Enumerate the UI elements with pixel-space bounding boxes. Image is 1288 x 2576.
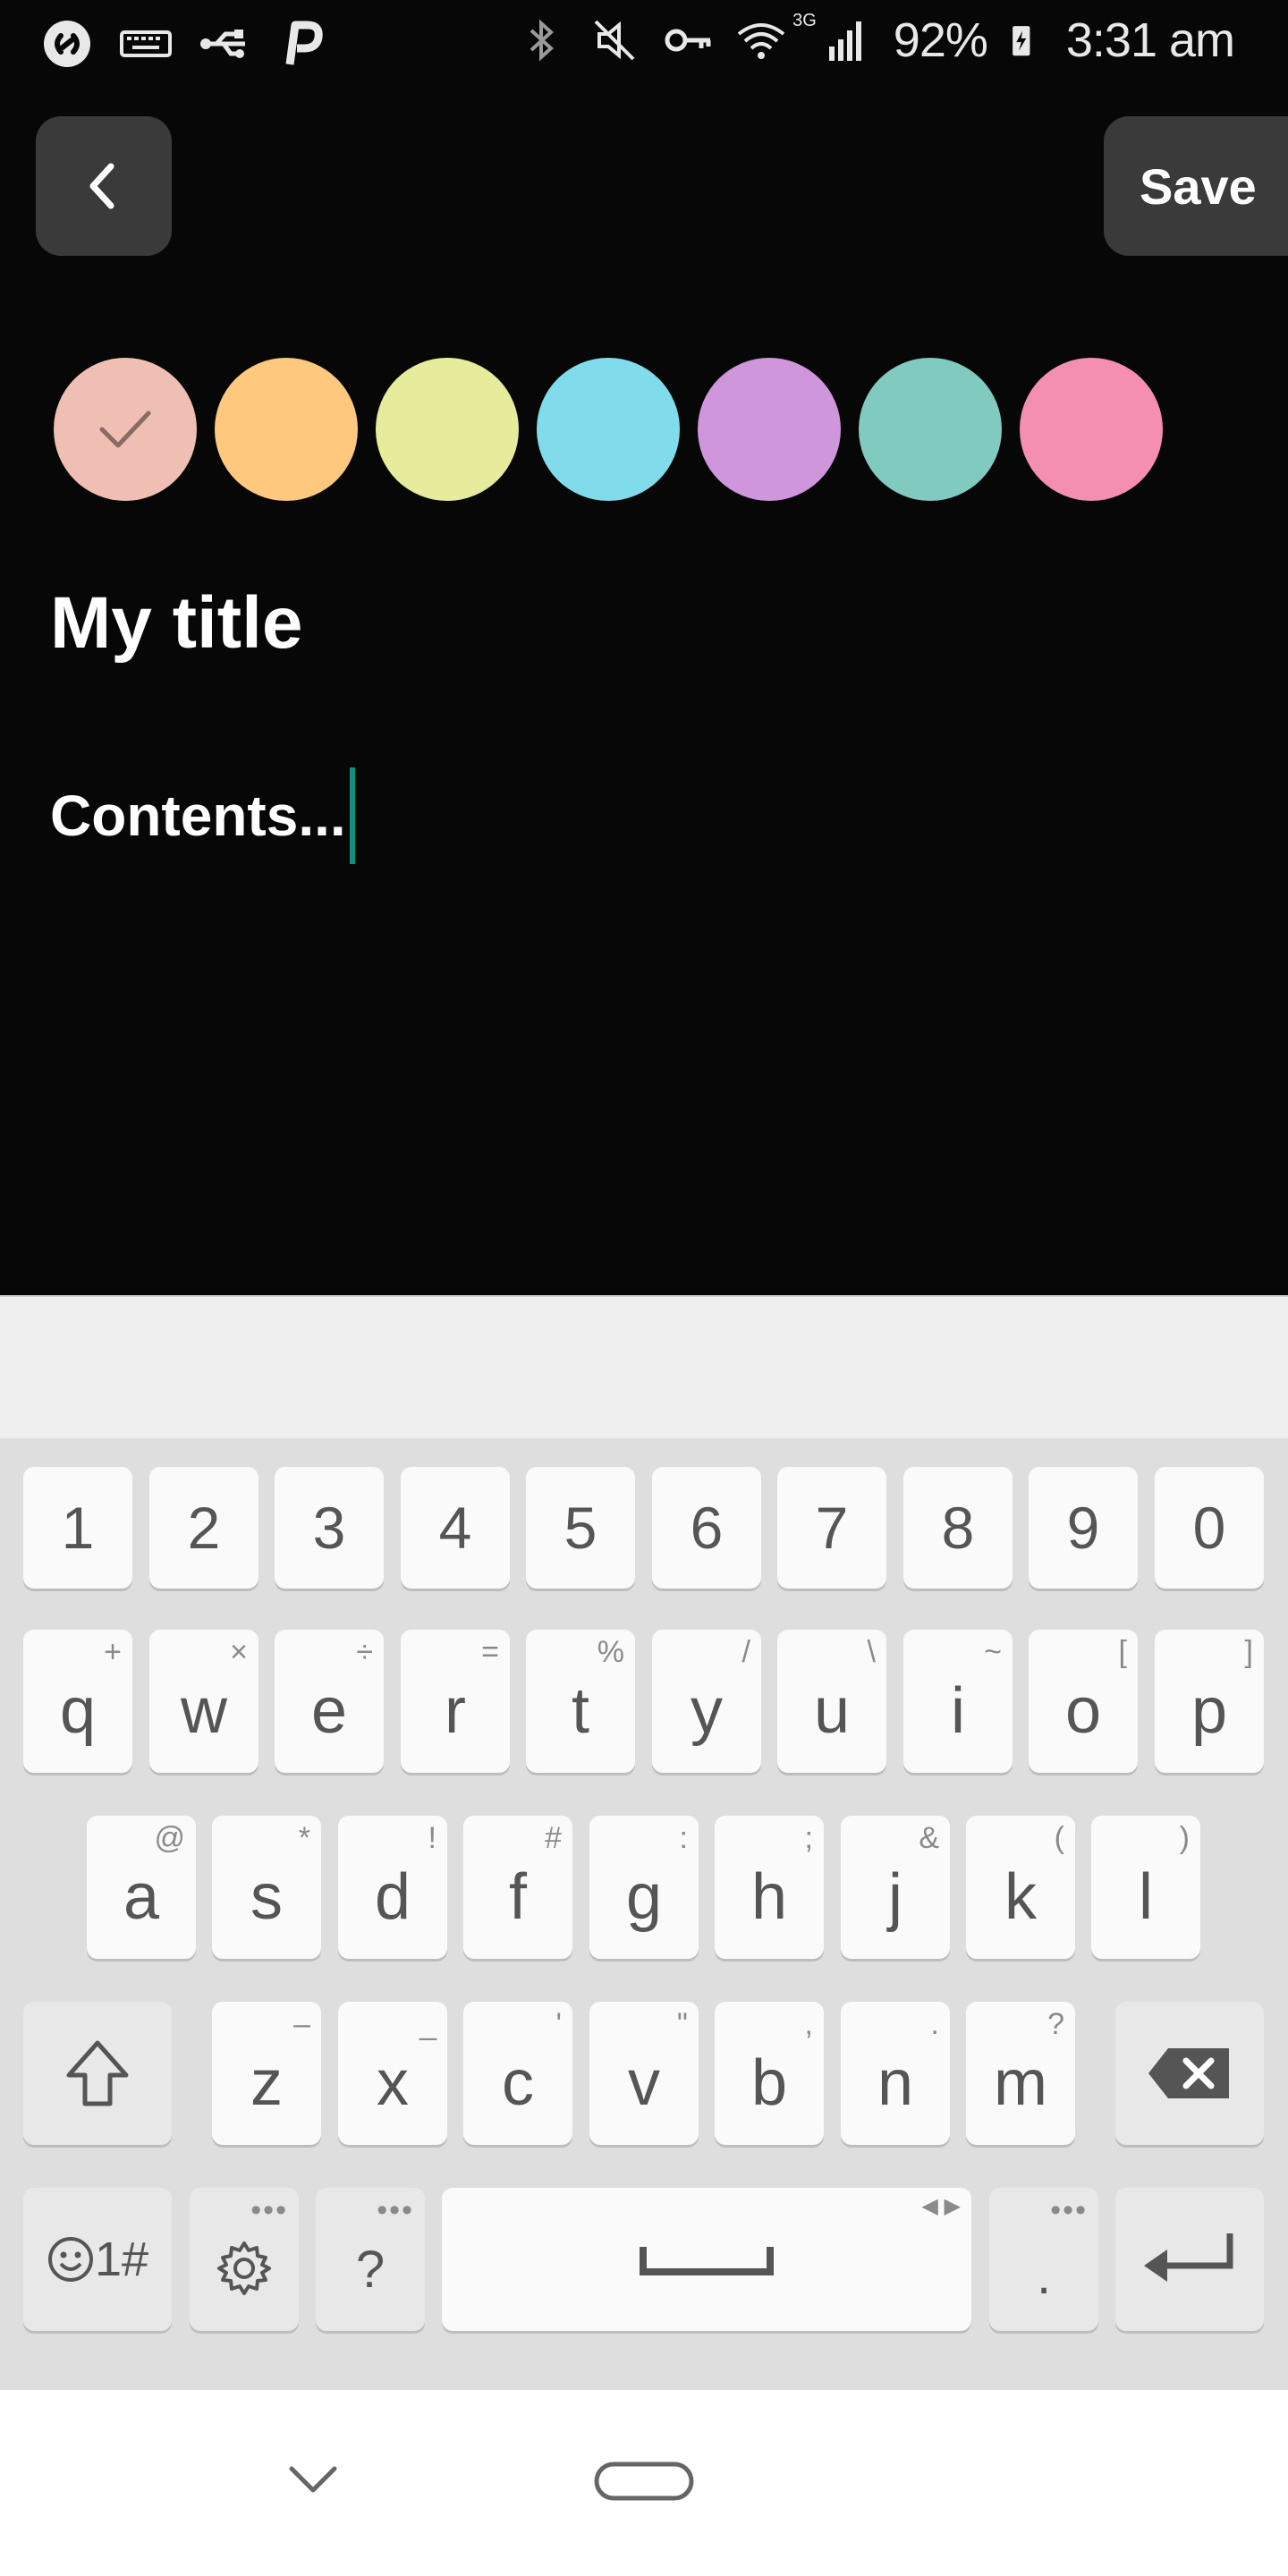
key-2[interactable]: 2 <box>149 1467 258 1589</box>
key-y[interactable]: / y <box>652 1630 761 1773</box>
shift-key[interactable] <box>23 2002 172 2145</box>
color-swatch-cyan[interactable] <box>537 358 680 501</box>
space-icon <box>640 2247 774 2275</box>
network-type: 3G <box>792 10 817 30</box>
mute-icon <box>594 20 635 61</box>
key-u[interactable]: \ u <box>777 1630 886 1773</box>
enter-icon <box>1144 2233 1233 2282</box>
chevron-left-icon <box>89 163 114 209</box>
backspace-key[interactable] <box>1115 2002 1264 2145</box>
backspace-icon <box>1148 2048 1229 2098</box>
battery-charging-icon <box>1013 26 1030 56</box>
key-g[interactable]: :g <box>589 1816 699 1959</box>
key-l[interactable]: ) l <box>1091 1816 1200 1959</box>
usb-icon <box>200 30 245 58</box>
note-content-text: Contents... <box>50 784 346 848</box>
key-i[interactable]: ~ i <box>903 1630 1013 1773</box>
parking-icon <box>285 21 323 65</box>
note-content-input[interactable]: Contents... <box>50 767 355 864</box>
key-7[interactable]: 7 <box>777 1467 886 1589</box>
key-8[interactable]: 8 <box>903 1467 1013 1589</box>
save-button[interactable]: Save <box>1104 116 1288 256</box>
note-title-input[interactable]: My title <box>50 581 302 665</box>
key-0[interactable]: 0 <box>1155 1467 1264 1589</box>
keyboard: 1 2 3 4 5 6 7 8 9 0 + q × w ÷ e = r % t / y \ u… <box>0 1438 1288 2390</box>
wifi-icon <box>737 23 785 59</box>
key-k[interactable]: (k <box>966 1816 1075 1959</box>
key-6[interactable]: 6 <box>652 1467 761 1589</box>
keyboard-icon <box>120 30 172 57</box>
key-s[interactable]: * s <box>212 1816 321 1959</box>
key-o[interactable]: [o <box>1029 1630 1138 1773</box>
period-key[interactable]: ••• . <box>989 2188 1098 2331</box>
key-h[interactable]: ; h <box>715 1816 824 1959</box>
battery-percent: 92% <box>893 13 988 67</box>
status-bar: 3G 92% 3:31 am <box>0 0 1288 86</box>
navigation-bar <box>0 2390 1288 2576</box>
clock: 3:31 am <box>1065 13 1235 67</box>
key-b[interactable]: ,b <box>715 2002 824 2145</box>
key-e[interactable]: ÷ e <box>275 1630 384 1773</box>
keyboard-suggestion-bar <box>0 1295 1288 1440</box>
shazam-icon <box>44 21 90 67</box>
color-swatch-peach-selected[interactable] <box>54 358 197 501</box>
key-t[interactable]: % t <box>526 1630 635 1773</box>
color-swatch-pink[interactable] <box>1020 358 1163 501</box>
color-swatch-teal[interactable] <box>859 358 1002 501</box>
home-icon[interactable] <box>594 2460 694 2503</box>
shift-icon <box>66 2040 129 2106</box>
key-n[interactable]: .n <box>841 2002 950 2145</box>
key-3[interactable]: 3 <box>275 1467 384 1589</box>
space-key[interactable]: ◀ ▶ <box>442 2188 971 2331</box>
back-button[interactable] <box>36 116 172 256</box>
key-f[interactable]: # f <box>463 1816 572 1959</box>
settings-key[interactable]: ••• <box>190 2188 299 2331</box>
text-cursor <box>349 767 355 864</box>
color-swatch-purple[interactable] <box>698 358 841 501</box>
color-swatch-orange[interactable] <box>215 358 358 501</box>
emoji-icon <box>47 2237 93 2282</box>
key-9[interactable]: 9 <box>1029 1467 1138 1589</box>
signal-icon <box>828 21 861 61</box>
key-1[interactable]: 1 <box>23 1467 132 1589</box>
key-c[interactable]: ' c <box>463 2002 572 2145</box>
key-5[interactable]: 5 <box>526 1467 635 1589</box>
symbols-key[interactable]: 1# <box>23 2188 172 2331</box>
key-z[interactable]: – z <box>212 2002 321 2145</box>
key-q[interactable]: + q <box>23 1630 132 1773</box>
hide-keyboard-icon[interactable] <box>286 2462 340 2497</box>
color-picker <box>54 358 1163 501</box>
vpn-key-icon <box>665 29 711 52</box>
key-x[interactable]: _ x <box>338 2002 447 2145</box>
key-4[interactable]: 4 <box>401 1467 510 1589</box>
key-m[interactable]: ? m <box>966 2002 1075 2145</box>
question-key[interactable]: ••• ? <box>316 2188 425 2331</box>
key-d[interactable]: ! d <box>338 1816 447 1959</box>
key-j[interactable]: & j <box>841 1816 950 1959</box>
checkmark-icon <box>99 411 151 448</box>
key-r[interactable]: = r <box>401 1630 510 1773</box>
settings-icon <box>217 2241 271 2295</box>
color-swatch-yellow[interactable] <box>376 358 519 501</box>
key-w[interactable]: × w <box>149 1630 258 1773</box>
key-v[interactable]: " v <box>589 2002 699 2145</box>
enter-key[interactable] <box>1115 2188 1264 2331</box>
bluetooth-icon <box>530 19 555 62</box>
key-p[interactable]: ] p <box>1155 1630 1264 1773</box>
key-a[interactable]: @ a <box>87 1816 196 1959</box>
